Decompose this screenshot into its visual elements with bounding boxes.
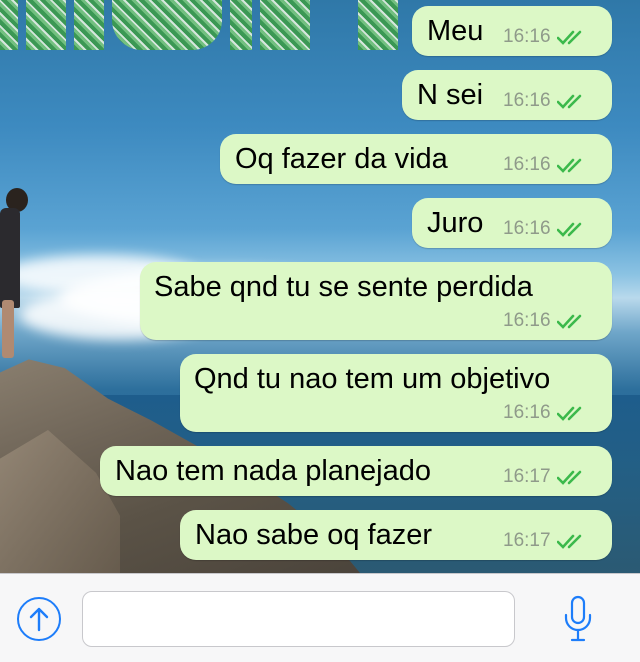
message-text: Nao tem nada planejado bbox=[115, 455, 432, 487]
double-check-icon bbox=[556, 30, 581, 45]
microphone-button[interactable] bbox=[560, 594, 596, 644]
message-bubble[interactable]: Nao sabe oq fazer 16:17 bbox=[180, 510, 612, 560]
double-check-icon bbox=[556, 94, 581, 109]
message-text: Oq fazer da vida bbox=[235, 143, 448, 175]
message-time: 16:16 bbox=[503, 90, 551, 111]
arrow-up-circle-icon bbox=[29, 607, 49, 632]
message-time: 16:16 bbox=[503, 218, 551, 239]
message-input-bar bbox=[0, 573, 640, 662]
wallpaper-title-art bbox=[0, 0, 398, 50]
message-bubble[interactable]: Oq fazer da vida 16:16 bbox=[220, 134, 612, 184]
message-bubble[interactable]: Meu 16:16 bbox=[412, 6, 612, 56]
double-check-icon bbox=[556, 158, 581, 173]
message-text: Juro bbox=[427, 207, 484, 239]
message-time: 16:17 bbox=[503, 466, 551, 487]
double-check-icon bbox=[556, 470, 581, 485]
message-text: Sabe qnd tu se sente perdida bbox=[154, 271, 533, 303]
message-bubble[interactable]: N sei 16:16 bbox=[402, 70, 612, 120]
message-bubble[interactable]: Nao tem nada planejado 16:17 bbox=[100, 446, 612, 496]
message-text: Nao sabe oq fazer bbox=[195, 519, 432, 551]
message-time: 16:16 bbox=[503, 26, 551, 47]
double-check-icon bbox=[556, 222, 581, 237]
double-check-icon bbox=[556, 534, 581, 549]
message-time: 16:16 bbox=[503, 310, 551, 331]
message-time: 16:17 bbox=[503, 530, 551, 551]
microphone-icon bbox=[564, 595, 592, 642]
attach-button[interactable] bbox=[17, 597, 61, 641]
message-time: 16:16 bbox=[503, 154, 551, 175]
message-text: N sei bbox=[417, 79, 484, 111]
message-text: Meu bbox=[427, 15, 484, 47]
double-check-icon bbox=[556, 406, 581, 421]
double-check-icon bbox=[556, 314, 581, 329]
message-bubble[interactable]: Sabe qnd tu se sente perdida 16:16 bbox=[140, 262, 612, 340]
message-time: 16:16 bbox=[503, 402, 551, 423]
message-bubble[interactable]: Qnd tu nao tem um objetivo 16:16 bbox=[180, 354, 612, 432]
message-text: Qnd tu nao tem um objetivo bbox=[194, 363, 551, 395]
message-bubble[interactable]: Juro 16:16 bbox=[412, 198, 612, 248]
message-text-input[interactable] bbox=[82, 591, 515, 647]
